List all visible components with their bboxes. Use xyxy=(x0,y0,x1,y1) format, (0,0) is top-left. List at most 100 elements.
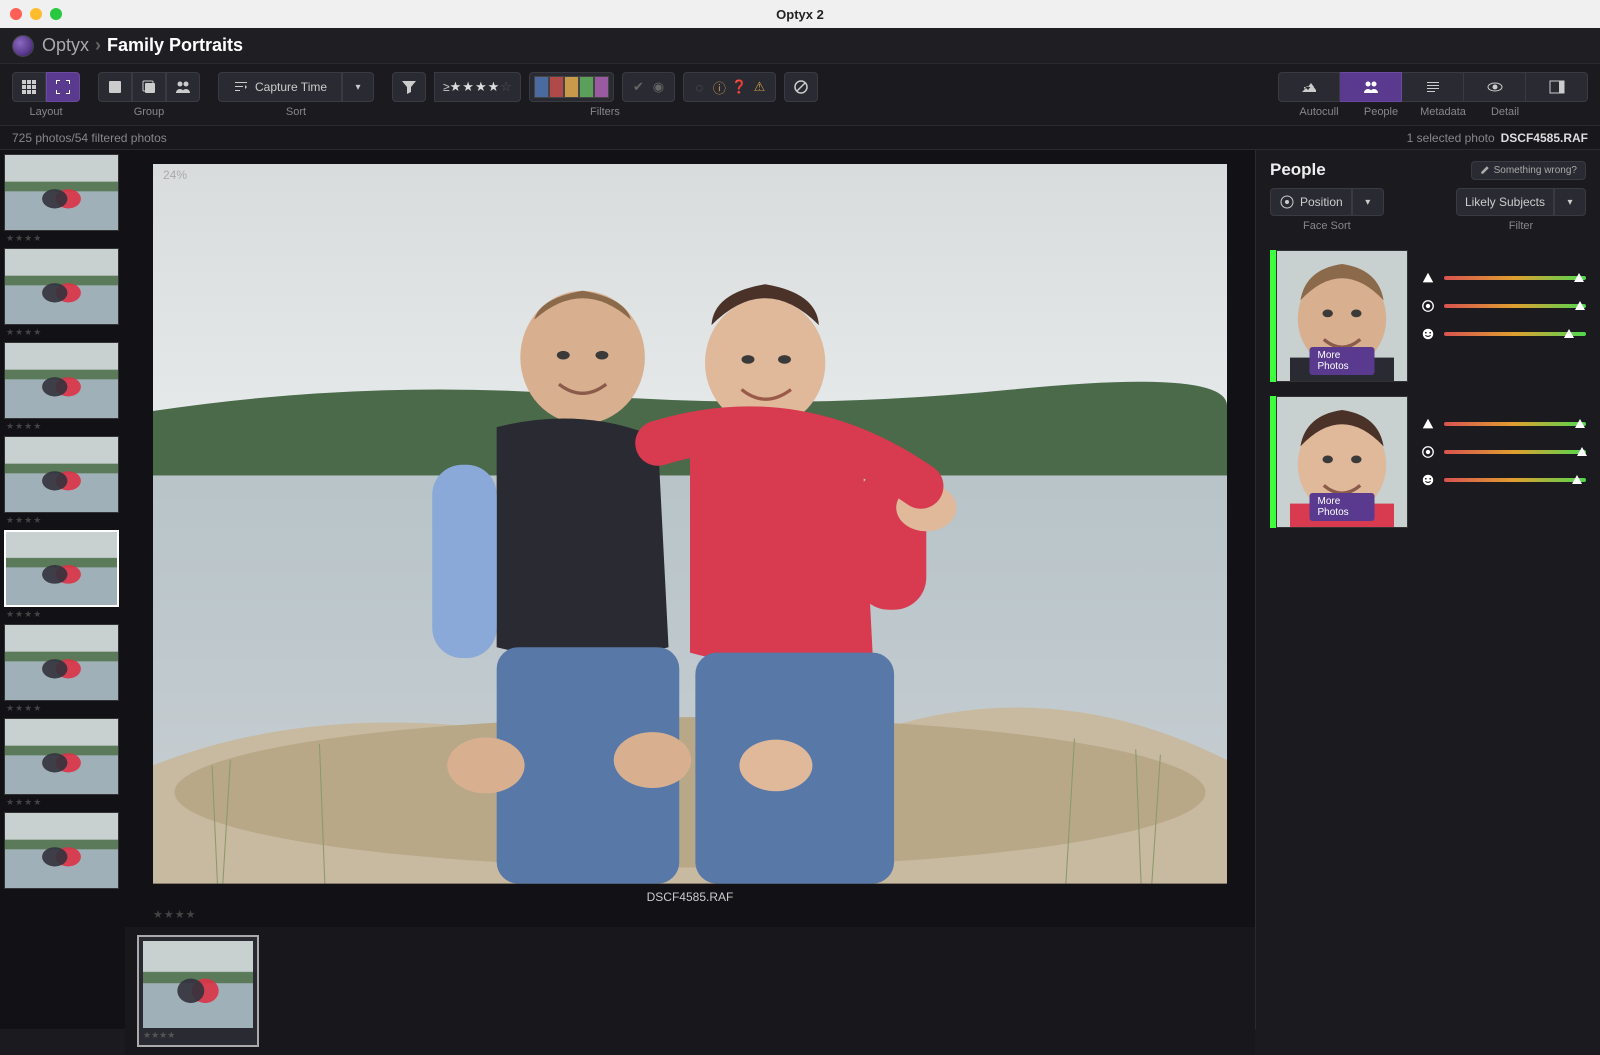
rating-filter-button[interactable]: ≥ ★★★★☆ xyxy=(434,72,521,102)
loading-icon[interactable]: ◌ xyxy=(692,80,707,95)
main-photo[interactable] xyxy=(153,164,1227,884)
check-circle-icon[interactable]: ✔ xyxy=(631,80,646,95)
filtered-photos-count: 54 filtered photos xyxy=(75,131,167,145)
people-panel: People Something wrong? Position ▾ Face … xyxy=(1255,150,1600,1029)
sort-group: Capture Time ▾ Sort xyxy=(218,72,374,118)
sort-value: Capture Time xyxy=(255,80,327,94)
autocull-label: Autocull xyxy=(1288,106,1350,118)
thumbnail-stars: ★★★★ xyxy=(4,609,121,620)
thumbnail-stars: ★★★★ xyxy=(4,797,121,808)
slider-handle[interactable] xyxy=(1572,475,1582,484)
face-card: More Photos xyxy=(1270,250,1586,382)
close-window-icon[interactable] xyxy=(10,8,22,20)
smile-icon xyxy=(1420,326,1436,342)
tab-people[interactable] xyxy=(1340,72,1402,102)
status-strip: 725 photos / 54 filtered photos 1 select… xyxy=(0,126,1600,150)
window-title: Optyx 2 xyxy=(776,7,824,22)
metric-slider[interactable] xyxy=(1444,422,1586,426)
target-icon xyxy=(1420,444,1436,460)
fullscreen-window-icon[interactable] xyxy=(50,8,62,20)
color-swatch[interactable] xyxy=(594,76,609,98)
filters-group: ≥ ★★★★☆ ✔ ◉ ◌ ⓘ ❓ ⚠ Filters xyxy=(392,72,818,118)
rating-stars: ★★★★☆ xyxy=(450,79,512,95)
thumbnail[interactable] xyxy=(4,718,119,795)
something-wrong-label: Something wrong? xyxy=(1494,165,1577,176)
metric-slider[interactable] xyxy=(1444,450,1586,454)
face-thumbnail[interactable]: More Photos xyxy=(1276,250,1408,382)
layout-grid-button[interactable] xyxy=(12,72,46,102)
viewer-stars[interactable]: ★★★★ xyxy=(125,908,1255,927)
breadcrumb-app[interactable]: Optyx xyxy=(42,35,89,56)
slider-handle[interactable] xyxy=(1577,447,1587,456)
slider-handle[interactable] xyxy=(1574,273,1584,282)
thumbnail[interactable] xyxy=(4,624,119,701)
viewer-filename: DSCF4585.RAF xyxy=(125,888,1255,908)
people-filter-value: Likely Subjects xyxy=(1465,195,1545,209)
metric-slider[interactable] xyxy=(1444,304,1586,308)
group-stack-button[interactable] xyxy=(132,72,166,102)
group-people-button[interactable] xyxy=(166,72,200,102)
filmstrip-thumb[interactable]: ★★★★ xyxy=(137,935,259,1047)
sort-dropdown[interactable]: Capture Time xyxy=(218,72,342,102)
metric-slider[interactable] xyxy=(1444,332,1586,336)
selected-filename: DSCF4585.RAF xyxy=(1501,131,1588,145)
thumbnail-stars: ★★★★ xyxy=(4,233,121,244)
metric-row xyxy=(1420,326,1586,342)
dot-circle-icon[interactable]: ◉ xyxy=(651,80,666,95)
filmstrip-stars: ★★★★ xyxy=(143,1028,253,1041)
color-swatch[interactable] xyxy=(534,76,549,98)
color-swatch[interactable] xyxy=(579,76,594,98)
minimize-window-icon[interactable] xyxy=(30,8,42,20)
sort-label: Sort xyxy=(286,106,306,118)
people-filter-dropdown[interactable]: Likely Subjects xyxy=(1456,188,1554,216)
slider-handle[interactable] xyxy=(1564,329,1574,338)
tab-panel-toggle[interactable] xyxy=(1526,72,1588,102)
metric-slider[interactable] xyxy=(1444,276,1586,280)
question-icon[interactable]: ❓ xyxy=(732,80,747,95)
tab-detail[interactable] xyxy=(1464,72,1526,102)
sort-caret-button[interactable]: ▾ xyxy=(342,72,374,102)
slider-handle[interactable] xyxy=(1575,419,1585,428)
something-wrong-button[interactable]: Something wrong? xyxy=(1471,161,1586,180)
detail-label: Detail xyxy=(1474,106,1536,118)
face-sort-dropdown[interactable]: Position xyxy=(1270,188,1352,216)
tab-autocull[interactable] xyxy=(1278,72,1340,102)
star-icon: ★ xyxy=(450,79,462,95)
panel-title: People xyxy=(1270,160,1326,180)
status-filter-row-1: ✔ ◉ xyxy=(622,72,675,102)
header-bar: Optyx › Family Portraits xyxy=(0,28,1600,64)
metric-row xyxy=(1420,416,1586,432)
star-icon: ★ xyxy=(475,79,487,95)
color-swatch[interactable] xyxy=(564,76,579,98)
thumbnail[interactable] xyxy=(4,812,119,889)
filmstrip[interactable]: ★★★★ xyxy=(125,927,1255,1055)
reject-filter-button[interactable] xyxy=(784,72,818,102)
thumbnail[interactable] xyxy=(4,154,119,231)
chevron-down-icon: ▾ xyxy=(1567,197,1572,208)
thumbnail[interactable] xyxy=(4,436,119,513)
status-filter-row-2: ◌ ⓘ ❓ ⚠ xyxy=(683,72,776,102)
face-sort-caret[interactable]: ▾ xyxy=(1352,188,1384,216)
face-thumbnail[interactable]: More Photos xyxy=(1276,396,1408,528)
more-photos-button[interactable]: More Photos xyxy=(1310,347,1375,375)
thumbnail[interactable] xyxy=(4,342,119,419)
thumbnail[interactable] xyxy=(4,530,119,607)
tab-metadata[interactable] xyxy=(1402,72,1464,102)
metric-slider[interactable] xyxy=(1444,478,1586,482)
metric-row xyxy=(1420,298,1586,314)
thumbnail-strip[interactable]: ★★★★★★★★★★★★★★★★★★★★★★★★★★★★ xyxy=(0,150,125,1029)
more-photos-button[interactable]: More Photos xyxy=(1310,493,1375,521)
breadcrumb-project[interactable]: Family Portraits xyxy=(107,35,243,56)
layout-focus-button[interactable] xyxy=(46,72,80,102)
group-single-button[interactable] xyxy=(98,72,132,102)
color-swatch[interactable] xyxy=(549,76,564,98)
warning-icon[interactable]: ⚠ xyxy=(752,80,767,95)
total-photos-count: 725 photos xyxy=(12,131,71,145)
people-filter-caret[interactable]: ▾ xyxy=(1554,188,1586,216)
layout-label: Layout xyxy=(29,106,62,118)
info-icon[interactable]: ⓘ xyxy=(712,80,727,95)
filter-funnel-button[interactable] xyxy=(392,72,426,102)
slider-handle[interactable] xyxy=(1575,301,1585,310)
metric-row xyxy=(1420,270,1586,286)
thumbnail[interactable] xyxy=(4,248,119,325)
